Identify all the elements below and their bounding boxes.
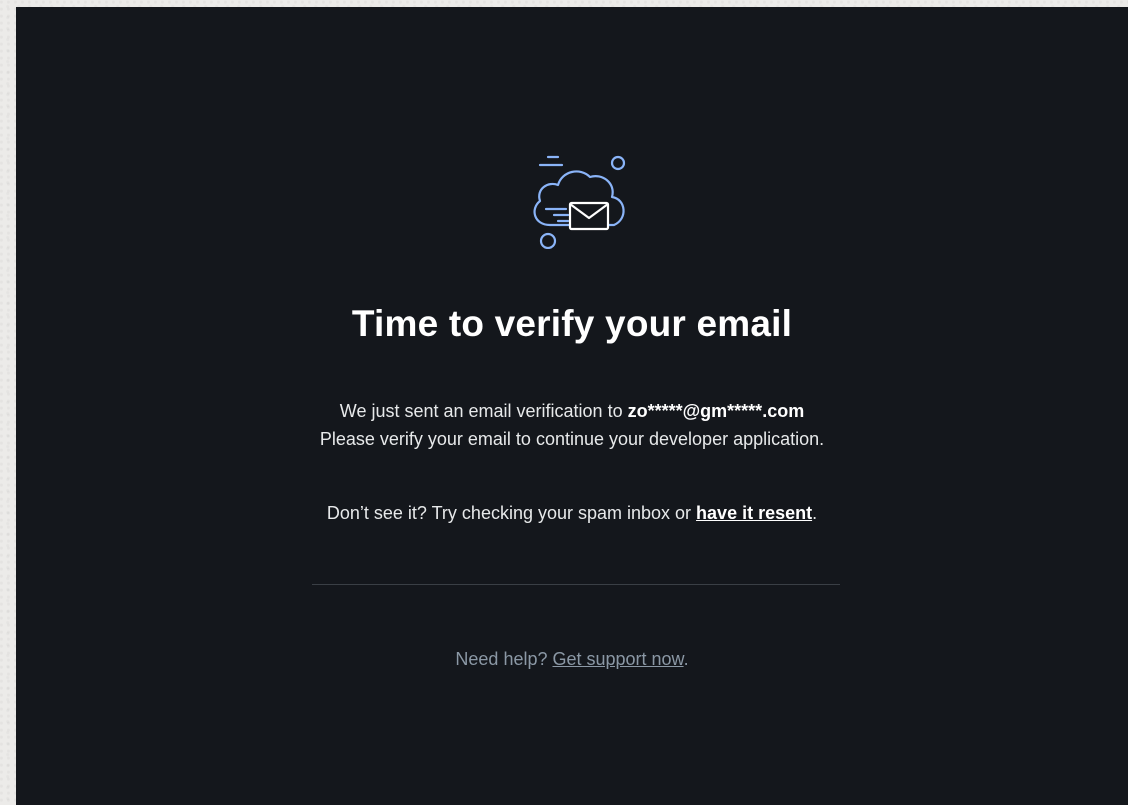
resend-link[interactable]: have it resent: [696, 503, 812, 523]
sent-prefix: We just sent an email verification to: [339, 401, 628, 421]
spam-prefix: Don’t see it? Try checking your spam inb…: [326, 503, 697, 523]
support-link[interactable]: Get support now: [552, 649, 683, 669]
help-prefix: Need help?: [455, 649, 553, 669]
sent-line: We just sent an email verification to zo…: [16, 397, 1128, 425]
spam-suffix: .: [812, 503, 818, 523]
instruction-line: Please verify your email to continue you…: [319, 429, 825, 449]
cloud-envelope-icon: [533, 155, 626, 249]
help-suffix: .: [683, 649, 689, 669]
masked-email: zo*****@gm*****.com: [627, 401, 805, 421]
verification-message: We just sent an email verification to zo…: [16, 397, 1128, 453]
help-line: Need help? Get support now.: [16, 645, 1128, 673]
page-title: Time to verify your email: [351, 303, 793, 344]
verify-email-panel: Time to verify your email We just sent a…: [16, 7, 1128, 805]
divider: [312, 584, 840, 585]
spam-line: Don’t see it? Try checking your spam inb…: [16, 499, 1128, 527]
